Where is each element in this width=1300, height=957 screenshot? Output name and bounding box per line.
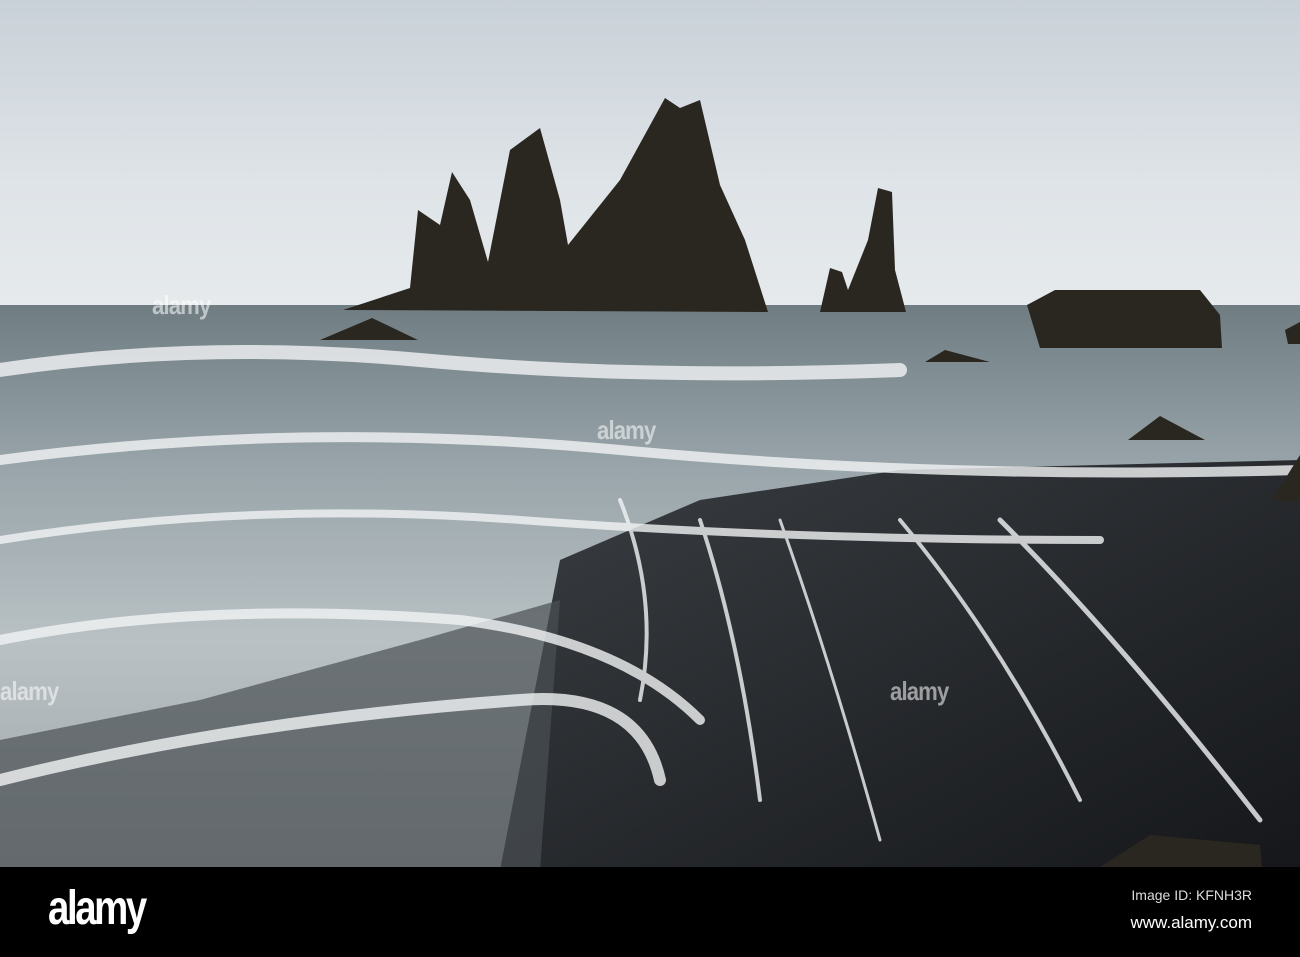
watermark: alamy: [152, 290, 211, 320]
watermark: alamy: [597, 415, 656, 445]
website-link[interactable]: www.alamy.com: [1130, 913, 1252, 933]
watermark: alamy: [890, 676, 949, 706]
alamy-logo: alamy: [48, 882, 147, 935]
watermark: alamy: [0, 676, 59, 706]
image-id: Image ID: KFNH3R: [1131, 887, 1252, 903]
footer-bar: alamy Image ID: KFNH3R www.alamy.com: [0, 867, 1300, 957]
photo-scene: alamy alamy alamy alamy alamy Image ID: …: [0, 0, 1300, 957]
